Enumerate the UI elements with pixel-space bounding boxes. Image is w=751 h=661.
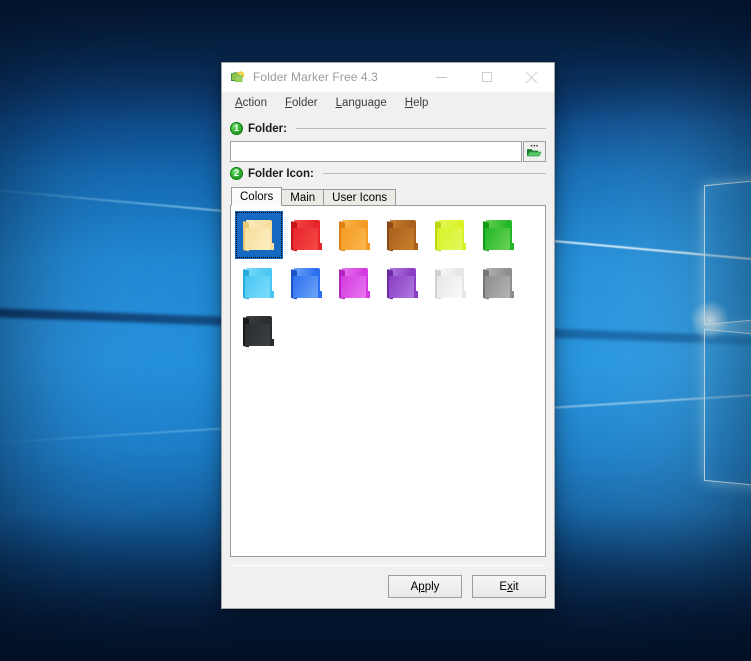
window-title: Folder Marker Free 4.3: [253, 70, 378, 84]
apply-button[interactable]: Apply: [388, 575, 462, 598]
folder-section-header: 1 Folder:: [230, 122, 546, 135]
icon-cell-folder-purple[interactable]: [379, 259, 427, 307]
icon-cell-folder-yellow[interactable]: [235, 211, 283, 259]
icon-cell-folder-magenta[interactable]: [331, 259, 379, 307]
folder-lime-icon: [434, 220, 468, 250]
folder-blue-icon: [290, 268, 324, 298]
folder-front: [245, 324, 270, 346]
menu-item-help[interactable]: Help: [397, 95, 437, 111]
folder-marker-icon: [230, 69, 246, 85]
folder-front: [245, 276, 270, 298]
icon-cell-folder-white[interactable]: [427, 259, 475, 307]
folder-icon-section-rule: [323, 173, 546, 174]
folder-green-icon: [482, 220, 516, 250]
menu-item-action[interactable]: Action: [227, 95, 275, 111]
tab-main[interactable]: Main: [281, 189, 324, 206]
browse-folder-button[interactable]: [523, 141, 546, 162]
icon-cell-folder-brown[interactable]: [379, 211, 427, 259]
icon-cell-folder-blue[interactable]: [283, 259, 331, 307]
icon-cell-folder-gray[interactable]: [475, 259, 523, 307]
menu-label-help: elp: [413, 97, 428, 109]
folder-input-row: [230, 141, 546, 162]
folder-front: [293, 276, 318, 298]
folder-black-icon: [242, 316, 276, 346]
exit-button-label: Exit: [499, 581, 518, 593]
folder-front: [485, 276, 510, 298]
folder-icon-section-label: Folder Icon:: [248, 168, 314, 180]
title-bar[interactable]: Folder Marker Free 4.3: [222, 63, 554, 92]
folder-front: [293, 228, 318, 250]
menu-label-action: ction: [243, 97, 267, 109]
icon-cell-folder-orange[interactable]: [331, 211, 379, 259]
tab-user-icons[interactable]: User Icons: [323, 189, 396, 206]
folder-path-input[interactable]: [230, 141, 522, 162]
folder-marker-window[interactable]: Folder Marker Free 4.3 Action Folder Lan…: [221, 62, 555, 609]
folder-icon-section-header: 2 Folder Icon:: [230, 167, 546, 180]
folder-front: [389, 276, 414, 298]
folder-section-label: Folder:: [248, 123, 287, 135]
menu-item-folder[interactable]: Folder: [277, 95, 326, 111]
icon-tab-strip[interactable]: Colors Main User Icons: [230, 187, 546, 206]
folder-red-icon: [290, 220, 324, 250]
window-body: 1 Folder: 2: [222, 113, 554, 608]
menu-accel-help: H: [405, 97, 413, 109]
menu-item-language[interactable]: Language: [328, 95, 395, 111]
maximize-button[interactable]: [464, 63, 509, 92]
folder-purple-icon: [386, 268, 420, 298]
menu-accel-folder: F: [285, 97, 292, 109]
minimize-button[interactable]: [419, 63, 464, 92]
minimize-icon: [436, 77, 447, 78]
footer-button-row: Apply Exit: [230, 566, 546, 608]
folder-magenta-icon: [338, 268, 372, 298]
folder-front: [341, 276, 366, 298]
step-badge-1: 1: [230, 122, 243, 135]
folder-brown-icon: [386, 220, 420, 250]
folder-orange-icon: [338, 220, 372, 250]
icon-cell-folder-black[interactable]: [235, 307, 283, 355]
close-icon: [525, 71, 538, 84]
tab-colors[interactable]: Colors: [231, 187, 282, 206]
icon-cell-folder-green[interactable]: [475, 211, 523, 259]
icon-cell-folder-cyan[interactable]: [235, 259, 283, 307]
icon-list-panel[interactable]: [230, 205, 546, 557]
maximize-icon: [482, 72, 492, 82]
folder-front: [437, 276, 462, 298]
step-badge-2: 2: [230, 167, 243, 180]
desktop-background: Folder Marker Free 4.3 Action Folder Lan…: [0, 0, 751, 661]
icon-cell-folder-red[interactable]: [283, 211, 331, 259]
folder-front: [389, 228, 414, 250]
open-folder-browse-icon: [526, 144, 543, 159]
folder-gray-icon: [482, 268, 516, 298]
folder-cyan-icon: [242, 268, 276, 298]
folder-white-icon: [434, 268, 468, 298]
icon-cell-folder-lime[interactable]: [427, 211, 475, 259]
folder-yellow-icon: [242, 220, 276, 250]
folder-section-rule: [296, 128, 546, 129]
apply-button-label: Apply: [411, 581, 440, 593]
menu-accel-action: A: [235, 97, 243, 109]
exit-button[interactable]: Exit: [472, 575, 546, 598]
folder-front: [245, 228, 270, 250]
menu-label-language: anguage: [342, 97, 387, 109]
close-button[interactable]: [509, 63, 554, 92]
menu-label-folder: older: [292, 97, 318, 109]
folder-icon-grid[interactable]: [235, 211, 541, 355]
folder-front: [485, 228, 510, 250]
folder-front: [341, 228, 366, 250]
folder-front: [437, 228, 462, 250]
menu-bar[interactable]: Action Folder Language Help: [222, 92, 554, 113]
